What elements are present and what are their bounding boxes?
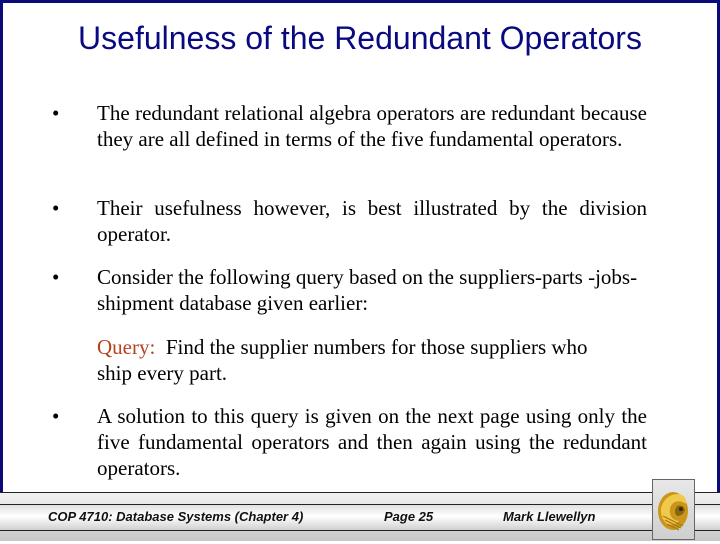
footer-page-number: Page 25 [384,509,434,524]
bullet-text: The redundant relational algebra operato… [97,101,647,151]
footer-band: COP 4710: Database Systems (Chapter 4) P… [0,504,720,531]
bullet-icon: • [52,265,60,289]
bullet-icon: • [52,404,60,428]
logo-box [652,479,695,540]
query-label: Query: [97,335,156,359]
bullet-text: A solution to this query is given on the… [97,404,647,480]
bullet-icon: • [52,196,60,220]
footer-author: Mark Llewellyn [503,509,596,524]
bullet-text: Consider the following query based on th… [97,265,638,315]
query-text: Find the supplier numbers for those supp… [97,335,588,385]
bullet-icon: • [52,101,60,125]
footer-bar: COP 4710: Database Systems (Chapter 4) P… [0,492,720,541]
slide-title: Usefulness of the Redundant Operators [78,20,642,56]
bullet-text: Their usefulness however, is best illust… [97,196,647,246]
footer-course: COP 4710: Database Systems (Chapter 4) [48,509,304,524]
ucf-pegasus-logo-icon [658,492,688,531]
